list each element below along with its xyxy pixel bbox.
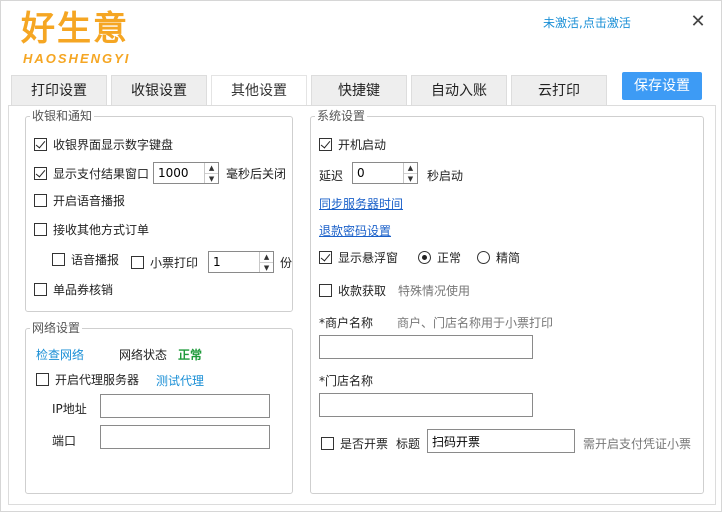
copies-suffix: 份 (280, 255, 293, 270)
option-label: 是否开票 (340, 437, 389, 451)
checkbox-icon[interactable] (34, 223, 47, 236)
save-button[interactable]: 保存设置 (622, 72, 702, 100)
group-title: 网络设置 (30, 321, 83, 335)
checkbox-icon[interactable] (319, 284, 332, 297)
system-group: 系统设置 开机启动 延迟 ▲▼ 秒启动 同步服务器时间 退款密码设置 显示悬浮窗… (310, 109, 704, 494)
float-window-option[interactable]: 显示悬浮窗 (319, 249, 398, 266)
option-label: 开启语音播报 (53, 194, 126, 208)
checkbox-icon[interactable] (34, 194, 47, 207)
down-arrow-icon[interactable]: ▼ (205, 174, 218, 184)
checkbox-icon[interactable] (34, 138, 47, 151)
option-label: 开机启动 (338, 138, 387, 152)
receipt-print-option[interactable]: 小票打印 ▲▼ 份 (131, 251, 292, 273)
option-label: 显示悬浮窗 (338, 251, 399, 265)
option-label: 单品券核销 (53, 283, 114, 297)
group-title: 收银和通知 (30, 109, 95, 123)
merchant-label: *商户名称 (319, 316, 374, 330)
checkbox-icon[interactable] (319, 138, 332, 151)
option-label: 开启代理服务器 (55, 373, 140, 387)
port-label: 端口 (52, 434, 77, 448)
sync-time-link[interactable]: 同步服务器时间 (319, 195, 403, 212)
option-label: 精简 (496, 251, 521, 265)
invoice-title-input[interactable] (427, 429, 575, 453)
checkbox-icon[interactable] (131, 255, 144, 269)
close-delay-stepper[interactable]: ▲▼ (153, 162, 220, 184)
receipt-copies-stepper[interactable]: ▲▼ (208, 251, 275, 273)
store-name-input[interactable] (319, 393, 533, 417)
tab-bar: 打印设置 收银设置 其他设置 快捷键 自动入账 云打印 (11, 75, 611, 105)
tab-print-settings[interactable]: 打印设置 (11, 75, 107, 105)
settings-panel: 收银和通知 收银界面显示数字键盘 显示支付结果窗口 ▲▼ 毫秒后关闭 开启语音播… (8, 105, 716, 505)
tab-other-settings[interactable]: 其他设置 (211, 75, 307, 105)
checkbox-icon[interactable] (321, 437, 334, 450)
close-icon[interactable]: ✕ (689, 13, 707, 31)
logo-subtext: HAOSHENGYI (23, 51, 131, 66)
up-arrow-icon[interactable]: ▲ (404, 163, 417, 174)
ip-input[interactable] (100, 394, 270, 418)
network-status-label: 网络状态 (119, 348, 168, 362)
settings-window: 好生意 HAOSHENGYI 未激活,点击激活 ✕ 打印设置 收银设置 其他设置… (0, 0, 722, 512)
option-label: 显示支付结果窗口 (53, 166, 150, 181)
cashier-notify-group: 收银和通知 收银界面显示数字键盘 显示支付结果窗口 ▲▼ 毫秒后关闭 开启语音播… (25, 109, 293, 312)
collect-option[interactable]: 收款获取 特殊情况使用 (319, 282, 470, 299)
checkbox-icon[interactable] (52, 253, 65, 266)
group-title: 系统设置 (315, 109, 368, 123)
collect-hint: 特殊情况使用 (398, 284, 471, 298)
voice-option[interactable]: 开启语音播报 (34, 192, 125, 209)
test-proxy-link[interactable]: 测试代理 (156, 372, 204, 389)
tab-cashier-settings[interactable]: 收银设置 (111, 75, 207, 105)
option-label: 语音播报 (71, 253, 120, 267)
ip-label: IP地址 (52, 402, 87, 416)
merchant-name-input[interactable] (319, 335, 533, 359)
delay-stepper[interactable]: ▲▼ (352, 162, 418, 184)
tab-shortcuts[interactable]: 快捷键 (311, 75, 407, 105)
show-keypad-option[interactable]: 收银界面显示数字键盘 (34, 136, 173, 153)
refund-password-link[interactable]: 退款密码设置 (319, 222, 391, 239)
close-delay-suffix: 毫秒后关闭 (226, 166, 287, 181)
delay-label: 延迟 (319, 169, 344, 183)
checkbox-icon[interactable] (34, 166, 47, 180)
tab-auto-posting[interactable]: 自动入账 (411, 75, 507, 105)
option-label: 接收其他方式订单 (53, 223, 150, 237)
invoice-title-label: 标题 (396, 437, 421, 451)
port-input[interactable] (100, 425, 270, 449)
checkbox-icon[interactable] (319, 251, 332, 264)
radio-icon[interactable] (418, 251, 431, 264)
other-orders-option[interactable]: 接收其他方式订单 (34, 221, 149, 238)
proxy-option[interactable]: 开启代理服务器 (36, 371, 139, 388)
invoice-hint: 需开启支付凭证小票 (583, 437, 692, 451)
mode-normal-radio[interactable]: 正常 (418, 249, 461, 266)
checkbox-icon[interactable] (34, 283, 47, 296)
up-arrow-icon[interactable]: ▲ (260, 252, 274, 263)
tab-cloud-print[interactable]: 云打印 (511, 75, 607, 105)
checkbox-icon[interactable] (36, 373, 49, 386)
voice-sub-option[interactable]: 语音播报 (52, 251, 119, 268)
invoice-option[interactable]: 是否开票 (321, 435, 388, 452)
option-label: 小票打印 (150, 255, 199, 270)
activate-link[interactable]: 未激活,点击激活 (543, 14, 631, 31)
coupon-option[interactable]: 单品券核销 (34, 281, 113, 298)
receipt-copies-input[interactable] (209, 252, 260, 272)
network-status-value: 正常 (178, 348, 203, 362)
store-label: *门店名称 (319, 374, 374, 388)
option-label: 收银界面显示数字键盘 (53, 138, 174, 152)
logo-text: 好生意 (21, 9, 129, 49)
delay-suffix: 秒启动 (427, 169, 464, 183)
down-arrow-icon[interactable]: ▼ (404, 174, 417, 184)
autostart-option[interactable]: 开机启动 (319, 136, 386, 153)
radio-icon[interactable] (477, 251, 490, 264)
option-label: 收款获取 (338, 284, 387, 298)
network-group: 网络设置 检查网络 网络状态 正常 开启代理服务器 测试代理 IP地址 端口 (25, 321, 293, 494)
delay-input[interactable] (353, 163, 403, 183)
show-result-option[interactable]: 显示支付结果窗口 ▲▼ 毫秒后关闭 (34, 162, 286, 184)
mode-simple-radio[interactable]: 精简 (477, 249, 520, 266)
up-arrow-icon[interactable]: ▲ (205, 163, 219, 174)
check-network-link[interactable]: 检查网络 (36, 346, 84, 363)
close-delay-input[interactable] (154, 163, 205, 183)
down-arrow-icon[interactable]: ▼ (260, 263, 273, 273)
merchant-hint: 商户、门店名称用于小票打印 (397, 316, 554, 330)
option-label: 正常 (437, 251, 462, 265)
